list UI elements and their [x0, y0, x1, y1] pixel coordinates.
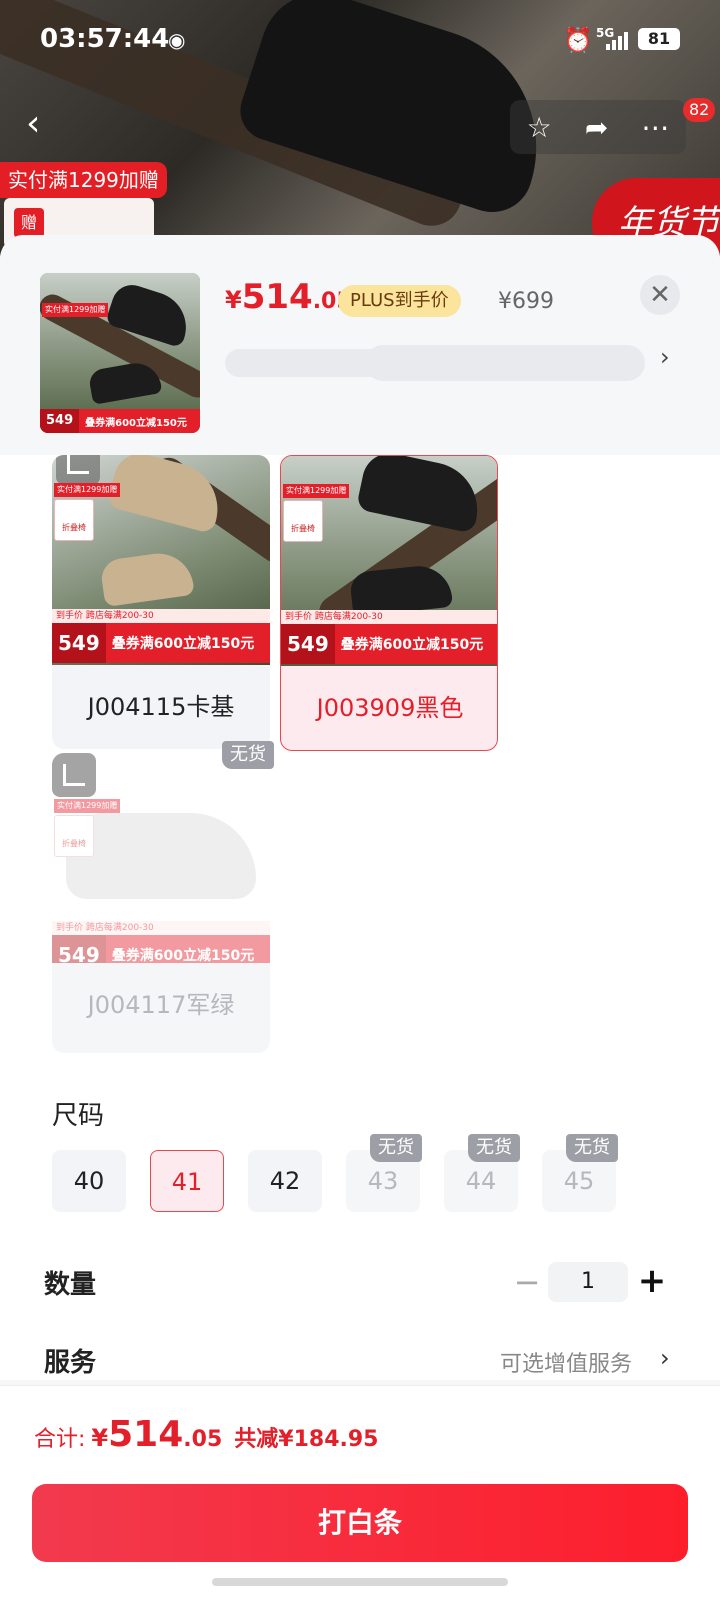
size-option-44[interactable]: 44 无货: [444, 1134, 520, 1212]
sku-price: ¥ 514 .05: [225, 277, 352, 317]
order-total: 合计: ¥ 514 .05 共减¥184.95: [34, 1414, 379, 1455]
plus-price-badge: PLUS到手价: [338, 285, 461, 317]
product-thumbnail[interactable]: 实付满1299加赠 549 叠券满600立减150元: [40, 273, 200, 433]
chevron-right-icon[interactable]: ›: [660, 1344, 670, 1372]
total-label: 合计:: [34, 1427, 86, 1452]
service-value[interactable]: 可选增值服务: [500, 1346, 632, 1378]
out-of-stock-badge: 无货: [468, 1134, 520, 1162]
quantity-increase-button[interactable]: +: [634, 1262, 670, 1302]
hero-promo-tag: 实付满1299加赠: [0, 162, 167, 198]
service-section-title: 服务: [44, 1348, 97, 1378]
quantity-decrease-button[interactable]: −: [512, 1262, 542, 1302]
more-icon[interactable]: ⋯: [641, 111, 669, 144]
redacted-delivery-info[interactable]: [225, 345, 645, 381]
out-of-stock-badge: 无货: [222, 741, 274, 769]
alarm-icon: ⏰: [563, 26, 593, 54]
status-time: 03:57:44: [40, 24, 170, 54]
color-option-label: J004115卡基: [87, 693, 235, 721]
original-price: ¥699: [498, 289, 554, 314]
home-indicator[interactable]: [212, 1578, 508, 1586]
chevron-right-icon[interactable]: ›: [660, 343, 670, 371]
share-icon[interactable]: ➦: [585, 111, 608, 144]
color-option-army-green[interactable]: 实付满1299加赠 折叠椅 到手价 跨店每满200-30 549 叠券满600立…: [52, 753, 270, 1053]
size-section-title: 尺码: [52, 1101, 105, 1131]
quantity-section-title: 数量: [44, 1270, 97, 1300]
color-option-image: 实付满1299加赠 折叠椅 到手价 跨店每满200-30 549 叠券满600立…: [281, 456, 497, 666]
expand-icon[interactable]: [52, 753, 96, 797]
size-option-41[interactable]: 41: [150, 1150, 224, 1212]
battery-icon: 81: [638, 28, 680, 50]
color-option-black[interactable]: 实付满1299加赠 折叠椅 到手价 跨店每满200-30 549 叠券满600立…: [280, 455, 498, 751]
options-scroll-area[interactable]: 实付满1299加赠 折叠椅 到手价 跨店每满200-30 549 叠券满600立…: [0, 455, 720, 1380]
close-icon[interactable]: ✕: [640, 275, 680, 315]
color-option-label: J004117军绿: [87, 991, 235, 1019]
favorite-star-icon[interactable]: ☆: [527, 111, 552, 144]
checkout-footer: 合计: ¥ 514 .05 共减¥184.95 打白条: [0, 1385, 720, 1600]
signal-icon: [606, 30, 632, 50]
color-option-khaki[interactable]: 实付满1299加赠 折叠椅 到手价 跨店每满200-30 549 叠券满600立…: [52, 455, 270, 749]
quantity-input[interactable]: 1: [548, 1262, 628, 1302]
size-option-42[interactable]: 42: [248, 1150, 322, 1212]
gift-tag: 赠: [14, 208, 44, 238]
color-option-label: J003909黑色: [316, 694, 464, 722]
recording-indicator-icon: ◉: [168, 28, 186, 52]
status-bar: 03:57:44 ◉ ⏰ 5G 81: [0, 0, 720, 80]
expand-icon[interactable]: [56, 455, 100, 485]
out-of-stock-badge: 无货: [370, 1134, 422, 1162]
color-option-image: 实付满1299加赠 折叠椅 到手价 跨店每满200-30 549 叠券满600立…: [52, 455, 270, 665]
sheet-header: 实付满1299加赠 549 叠券满600立减150元 ¥ 514 .05 PLU…: [0, 235, 720, 460]
top-action-group: ☆ ➦ ⋯: [510, 100, 686, 154]
message-count-badge: 82: [683, 98, 716, 122]
size-option-40[interactable]: 40: [52, 1150, 126, 1212]
size-option-45[interactable]: 45 无货: [542, 1134, 618, 1212]
pay-with-baitiao-button[interactable]: 打白条: [32, 1484, 688, 1562]
out-of-stock-badge: 无货: [566, 1134, 618, 1162]
back-button[interactable]: ‹: [26, 104, 66, 148]
total-saved: 共减¥184.95: [234, 1427, 379, 1452]
size-option-43[interactable]: 43 无货: [346, 1134, 422, 1212]
color-option-image: 实付满1299加赠 折叠椅 到手价 跨店每满200-30 549 叠券满600立…: [52, 753, 270, 963]
